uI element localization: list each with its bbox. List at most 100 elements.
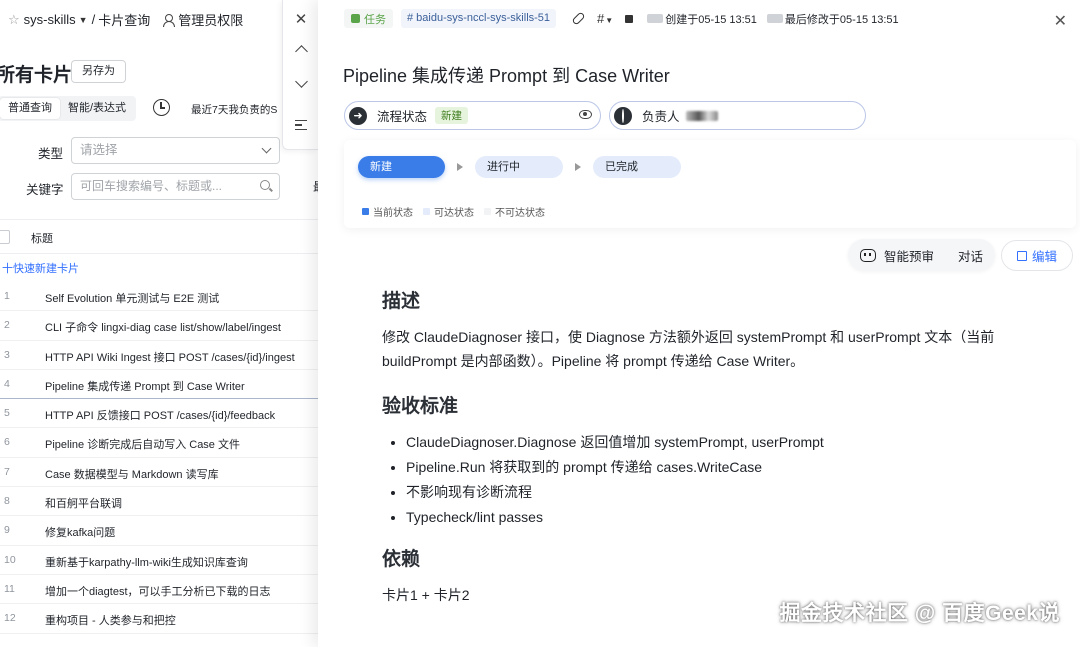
edit-icon — [1016, 250, 1027, 261]
row-number: 8 — [4, 495, 10, 508]
detail-topbar: 任务 # baidu-sys-nccl-sys-skills-51 #▼ 创建于… — [344, 9, 899, 28]
close-icon[interactable]: ✕ — [291, 10, 311, 30]
acceptance-item: Pipeline.Run 将获取到的 prompt 传递给 cases.Writ… — [406, 455, 1052, 480]
detail-nav-rail: ✕ — [282, 0, 318, 150]
ai-review-button[interactable]: 智能预审 — [884, 246, 934, 265]
row-number: 2 — [4, 319, 10, 332]
next-card-button[interactable] — [291, 72, 311, 92]
table-row[interactable]: 9 修复kafka问题 — [0, 516, 318, 546]
keyword-search-placeholder: 可回车搜索编号、标题或... — [80, 179, 223, 193]
status-field-label: 流程状态 — [377, 110, 428, 124]
acceptance-list: ClaudeDiagnoser.Diagnose 返回值增加 systemPro… — [406, 430, 1052, 530]
query-mode-switch: 普通查询 智能/表达式 — [0, 96, 137, 121]
table-row[interactable]: 7 Case 数据模型与 Markdown 读写库 — [0, 458, 318, 488]
legend-reachable: 可达状态 — [423, 204, 474, 219]
edit-label: 编辑 — [1031, 250, 1057, 264]
person-icon — [614, 106, 632, 125]
table-row[interactable]: 8 和百舸平台联调 — [0, 487, 318, 517]
permission-label: 管理员权限 — [178, 13, 244, 28]
table-row[interactable]: 6 Pipeline 诊断完成后自动写入 Case 文件 — [0, 428, 318, 458]
state-legend: 当前状态 可达状态 不可达状态 — [362, 204, 545, 219]
table-row[interactable]: 3 HTTP API Wiki Ingest 接口 POST /cases/{id… — [0, 341, 318, 370]
creator-avatar — [647, 14, 664, 23]
quick-add-card-link[interactable]: 十快速新建卡片 — [2, 260, 79, 276]
row-title[interactable]: 修复kafka问题 — [45, 524, 115, 540]
table-row[interactable]: 1 Self Evolution 单元测试与 E2E 测试 — [0, 282, 318, 312]
row-title[interactable]: Pipeline 诊断完成后自动写入 Case 文件 — [45, 436, 240, 452]
row-number: 6 — [4, 436, 10, 449]
chevron-down-icon[interactable]: ▼ — [79, 15, 88, 25]
tag-hash-icon[interactable]: #▼ — [597, 11, 613, 26]
row-title[interactable]: Pipeline 集成传递 Prompt 到 Case Writer — [45, 378, 245, 394]
row-title[interactable]: CLI 子命令 lingxi-diag case list/show/label… — [45, 319, 281, 335]
select-all-checkbox[interactable] — [0, 230, 10, 244]
row-title[interactable]: HTTP API 反馈接口 POST /cases/{id}/feedback — [45, 407, 275, 423]
acceptance-heading: 验收标准 — [382, 396, 459, 417]
state-done[interactable]: 已完成 — [593, 156, 681, 178]
state-in-progress[interactable]: 进行中 — [475, 156, 563, 178]
table-row[interactable]: 2 CLI 子命令 lingxi-diag case list/show/labe… — [0, 311, 318, 341]
mode-smart-expression[interactable]: 智能/表达式 — [60, 98, 134, 119]
arrow-right-icon — [457, 163, 463, 171]
breadcrumb-space[interactable]: sys-skills — [24, 12, 76, 27]
row-number: 1 — [4, 290, 10, 302]
search-icon[interactable] — [260, 180, 270, 190]
card-id-tag[interactable]: # baidu-sys-nccl-sys-skills-51 — [401, 9, 557, 28]
state-flow-panel: 新建 进行中 已完成 当前状态 可达状态 不可达状态 — [344, 140, 1076, 228]
status-field[interactable]: ➜ 流程状态 新建 — [344, 101, 601, 130]
card-title[interactable]: Pipeline 集成传递 Prompt 到 Case Writer — [343, 62, 670, 88]
row-title[interactable]: 重构项目 - 人类参与和把控 — [45, 612, 176, 628]
clock-icon[interactable] — [153, 99, 170, 116]
row-title[interactable]: 增加一个diagtest，可以手工分析已下载的日志 — [45, 583, 271, 599]
chat-button[interactable]: 对话 — [958, 246, 983, 265]
description-text: 修改 ClaudeDiagnoser 接口，使 Diagnose 方法额外返回 … — [382, 329, 995, 369]
user-icon — [162, 13, 176, 27]
owner-field[interactable]: 负责人 — [609, 101, 866, 130]
permission-link[interactable]: 管理员权限 — [162, 10, 243, 29]
row-title[interactable]: HTTP API Wiki Ingest 接口 POST /cases/{id}… — [45, 349, 295, 365]
view-title: 所有卡片 — [0, 65, 73, 86]
row-number: 9 — [4, 524, 10, 537]
outline-button[interactable] — [291, 115, 311, 135]
row-title[interactable]: Case 数据模型与 Markdown 读写库 — [45, 466, 219, 482]
mode-normal-query[interactable]: 普通查询 — [0, 98, 60, 119]
table-row[interactable]: 4 Pipeline 集成传递 Prompt 到 Case Writer — [0, 370, 318, 400]
row-number: 5 — [4, 407, 10, 420]
acceptance-item: 不影响现有诊断流程 — [406, 480, 1052, 505]
card-type-tag[interactable]: 任务 — [344, 9, 393, 28]
outline-icon — [295, 120, 307, 130]
star-icon[interactable]: ☆ — [8, 12, 20, 28]
acceptance-item: ClaudeDiagnoser.Diagnose 返回值增加 systemPro… — [406, 430, 1052, 455]
row-title[interactable]: 和百舸平台联调 — [45, 495, 122, 511]
edit-button[interactable]: 编辑 — [1001, 240, 1073, 271]
table-row[interactable]: 5 HTTP API 反馈接口 POST /cases/{id}/feedback — [0, 399, 318, 429]
link-icon[interactable] — [571, 11, 586, 26]
owner-field-label: 负责人 — [642, 110, 680, 124]
robot-icon — [860, 248, 876, 262]
table-row[interactable]: 10 重新基于karpathy-llm-wiki生成知识库查询 — [0, 546, 318, 575]
row-number: 10 — [4, 553, 16, 566]
card-content: 描述 修改 ClaudeDiagnoser 接口，使 Diagnose 方法额外… — [382, 286, 1052, 607]
ai-assistant-bar: 智能预审 对话 — [848, 239, 996, 271]
recent-query-chip[interactable]: 最近7天我负责的S — [191, 102, 277, 117]
table-row[interactable]: 11 增加一个diagtest，可以手工分析已下载的日志 — [0, 575, 318, 605]
card-list: 1 Self Evolution 单元测试与 E2E 测试 2 CLI 子命令 lin… — [0, 282, 318, 634]
save-as-button[interactable]: 另存为 — [71, 60, 126, 83]
keyword-search-input[interactable]: 可回车搜索编号、标题或... — [71, 173, 280, 200]
modified-time: 最后修改于05-15 13:51 — [784, 13, 899, 26]
row-title[interactable]: 重新基于karpathy-llm-wiki生成知识库查询 — [45, 554, 248, 570]
type-filter-label: 类型 — [38, 147, 64, 161]
column-title-header: 标题 — [31, 233, 53, 245]
type-select[interactable]: 请选择 — [71, 137, 280, 164]
more-close-icon[interactable]: ✕ — [1054, 11, 1067, 31]
table-row[interactable]: 12 重构项目 - 人类参与和把控 — [0, 604, 318, 634]
row-title[interactable]: Self Evolution 单元测试与 E2E 测试 — [45, 290, 219, 306]
eye-icon[interactable] — [579, 110, 592, 119]
dependencies-heading: 依赖 — [382, 549, 421, 570]
breadcrumb: ☆ sys-skills ▼ / 卡片查询 管理员权限 — [8, 10, 244, 29]
state-new[interactable]: 新建 — [358, 156, 445, 178]
previous-card-button[interactable] — [291, 41, 311, 61]
status-badge: 新建 — [435, 107, 469, 124]
row-number: 11 — [4, 582, 15, 595]
arrow-right-icon: ➜ — [349, 106, 367, 125]
